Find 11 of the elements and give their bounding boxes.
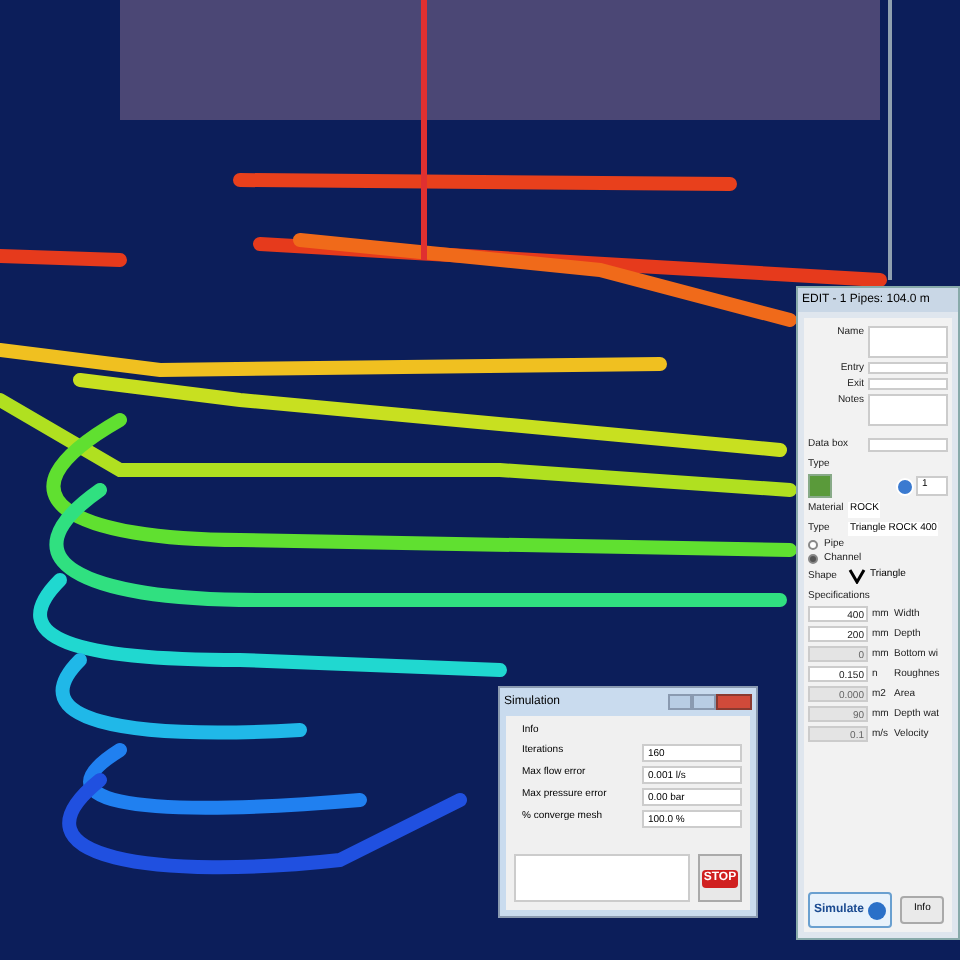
input-field[interactable] bbox=[868, 438, 948, 452]
pipe-type-button[interactable] bbox=[808, 474, 832, 498]
input-field[interactable] bbox=[868, 326, 948, 358]
radio-button[interactable] bbox=[808, 540, 818, 550]
maximize-icon[interactable] bbox=[692, 694, 716, 710]
input-field[interactable] bbox=[868, 378, 948, 390]
input-field[interactable] bbox=[868, 394, 948, 426]
close-icon[interactable] bbox=[716, 694, 752, 710]
radio-button[interactable] bbox=[808, 554, 818, 564]
minimize-icon[interactable] bbox=[668, 694, 692, 710]
input-field[interactable] bbox=[868, 362, 948, 374]
